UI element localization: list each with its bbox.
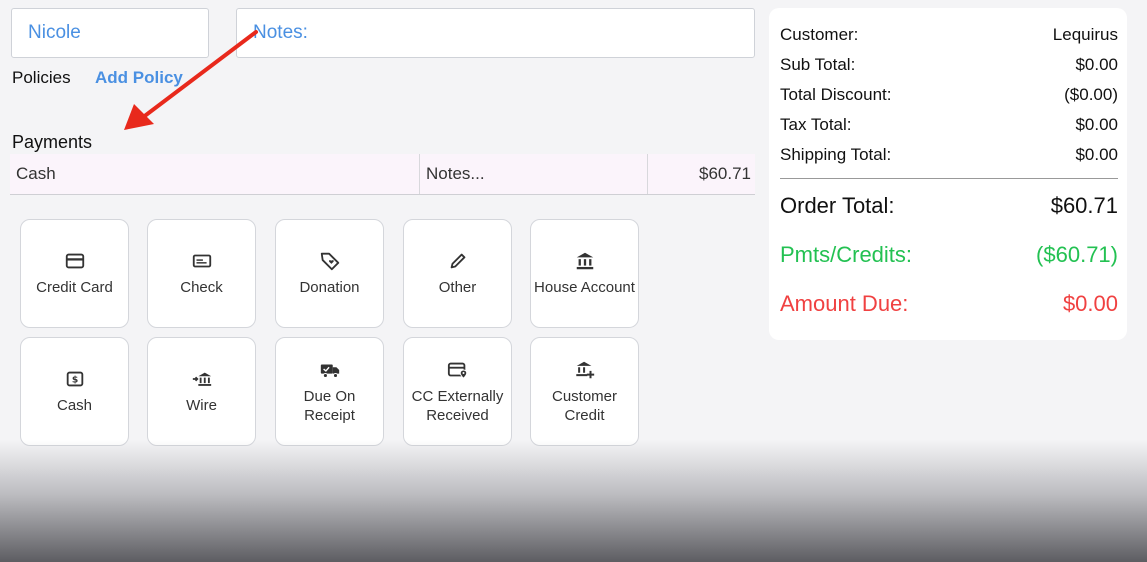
bank-icon: [576, 252, 593, 270]
tile-label: Customer Credit: [551, 387, 618, 424]
wire-transfer-icon: [192, 372, 211, 386]
pmts-credits-label: Pmts/Credits:: [780, 241, 913, 267]
tile-customer-credit[interactable]: Customer Credit: [530, 337, 639, 446]
tax-value: $0.00: [1075, 115, 1118, 134]
tile-due-on-receipt[interactable]: Due On Receipt: [275, 337, 384, 446]
payment-notes-field[interactable]: Notes...: [419, 154, 647, 194]
payment-row: Cash Notes... $60.71: [10, 154, 755, 195]
credit-card-icon: [65, 253, 84, 269]
policies-label: Policies: [12, 68, 71, 87]
tile-credit-card[interactable]: Credit Card: [20, 219, 129, 328]
tile-label: Cash: [56, 397, 93, 414]
customer-name-value: Nicole: [28, 22, 81, 43]
payment-amount: $60.71: [647, 154, 755, 194]
order-total-label: Order Total:: [780, 192, 895, 218]
amount-due-label: Amount Due:: [780, 290, 909, 316]
discount-label: Total Discount:: [780, 85, 892, 104]
summary-order-total-row: Order Total: $60.71: [780, 181, 1118, 230]
summary-amount-due-row: Amount Due: $0.00: [780, 279, 1118, 328]
tile-donation[interactable]: Donation: [275, 219, 384, 328]
pencil-icon: [450, 253, 465, 269]
tile-check[interactable]: Check: [147, 219, 256, 328]
tile-cc-externally-received[interactable]: CC Externally Received: [403, 337, 512, 446]
tile-label: Wire: [186, 397, 217, 414]
customer-label: Customer:: [780, 25, 859, 44]
summary-shipping-row: Shipping Total: $0.00: [780, 140, 1118, 170]
tile-other[interactable]: Other: [403, 219, 512, 328]
discount-value: ($0.00): [1064, 85, 1118, 104]
tile-house-account[interactable]: House Account: [530, 219, 639, 328]
shipping-value: $0.00: [1075, 145, 1118, 164]
check-icon: [192, 254, 211, 268]
summary-tax-row: Tax Total: $0.00: [780, 110, 1118, 140]
tile-label: Due On Receipt: [303, 387, 356, 424]
tile-label: CC Externally Received: [411, 387, 504, 424]
summary-subtotal-row: Sub Total: $0.00: [780, 50, 1118, 80]
tile-label: House Account: [534, 279, 635, 296]
summary-discount-row: Total Discount: ($0.00): [780, 80, 1118, 110]
pmts-credits-value: ($60.71): [1036, 241, 1118, 267]
bottom-overlay: [0, 440, 1147, 562]
summary-divider: [780, 178, 1118, 179]
tag-heart-icon: [320, 252, 339, 271]
payment-method: Cash: [16, 164, 56, 183]
shipping-label: Shipping Total:: [780, 145, 892, 164]
tile-wire[interactable]: Wire: [147, 337, 256, 446]
svg-text:$: $: [71, 375, 77, 386]
truck-icon: [320, 364, 339, 378]
tile-label: Donation: [299, 279, 360, 296]
bank-plus-icon: [575, 361, 594, 378]
order-summary-panel: Customer: Lequirus Sub Total: $0.00 Tota…: [769, 8, 1127, 340]
notes-field[interactable]: Notes:: [236, 8, 755, 58]
summary-payments-row: Pmts/Credits: ($60.71): [780, 230, 1118, 279]
tile-label: Credit Card: [36, 279, 113, 296]
cash-icon: $: [66, 371, 83, 387]
tile-label: Other: [438, 279, 477, 296]
subtotal-value: $0.00: [1075, 55, 1118, 74]
tile-cash[interactable]: $ Cash: [20, 337, 129, 446]
payments-label: Payments: [12, 132, 93, 152]
tile-label: Check: [180, 279, 223, 296]
order-total-value: $60.71: [1050, 192, 1118, 218]
card-location-icon: [447, 362, 467, 379]
summary-customer-row: Customer: Lequirus: [780, 20, 1118, 50]
subtotal-label: Sub Total:: [780, 55, 856, 74]
tax-label: Tax Total:: [780, 115, 852, 134]
annotation-arrow-icon: [124, 30, 258, 130]
customer-value: Lequirus: [1052, 25, 1118, 44]
amount-due-value: $0.00: [1062, 290, 1118, 316]
